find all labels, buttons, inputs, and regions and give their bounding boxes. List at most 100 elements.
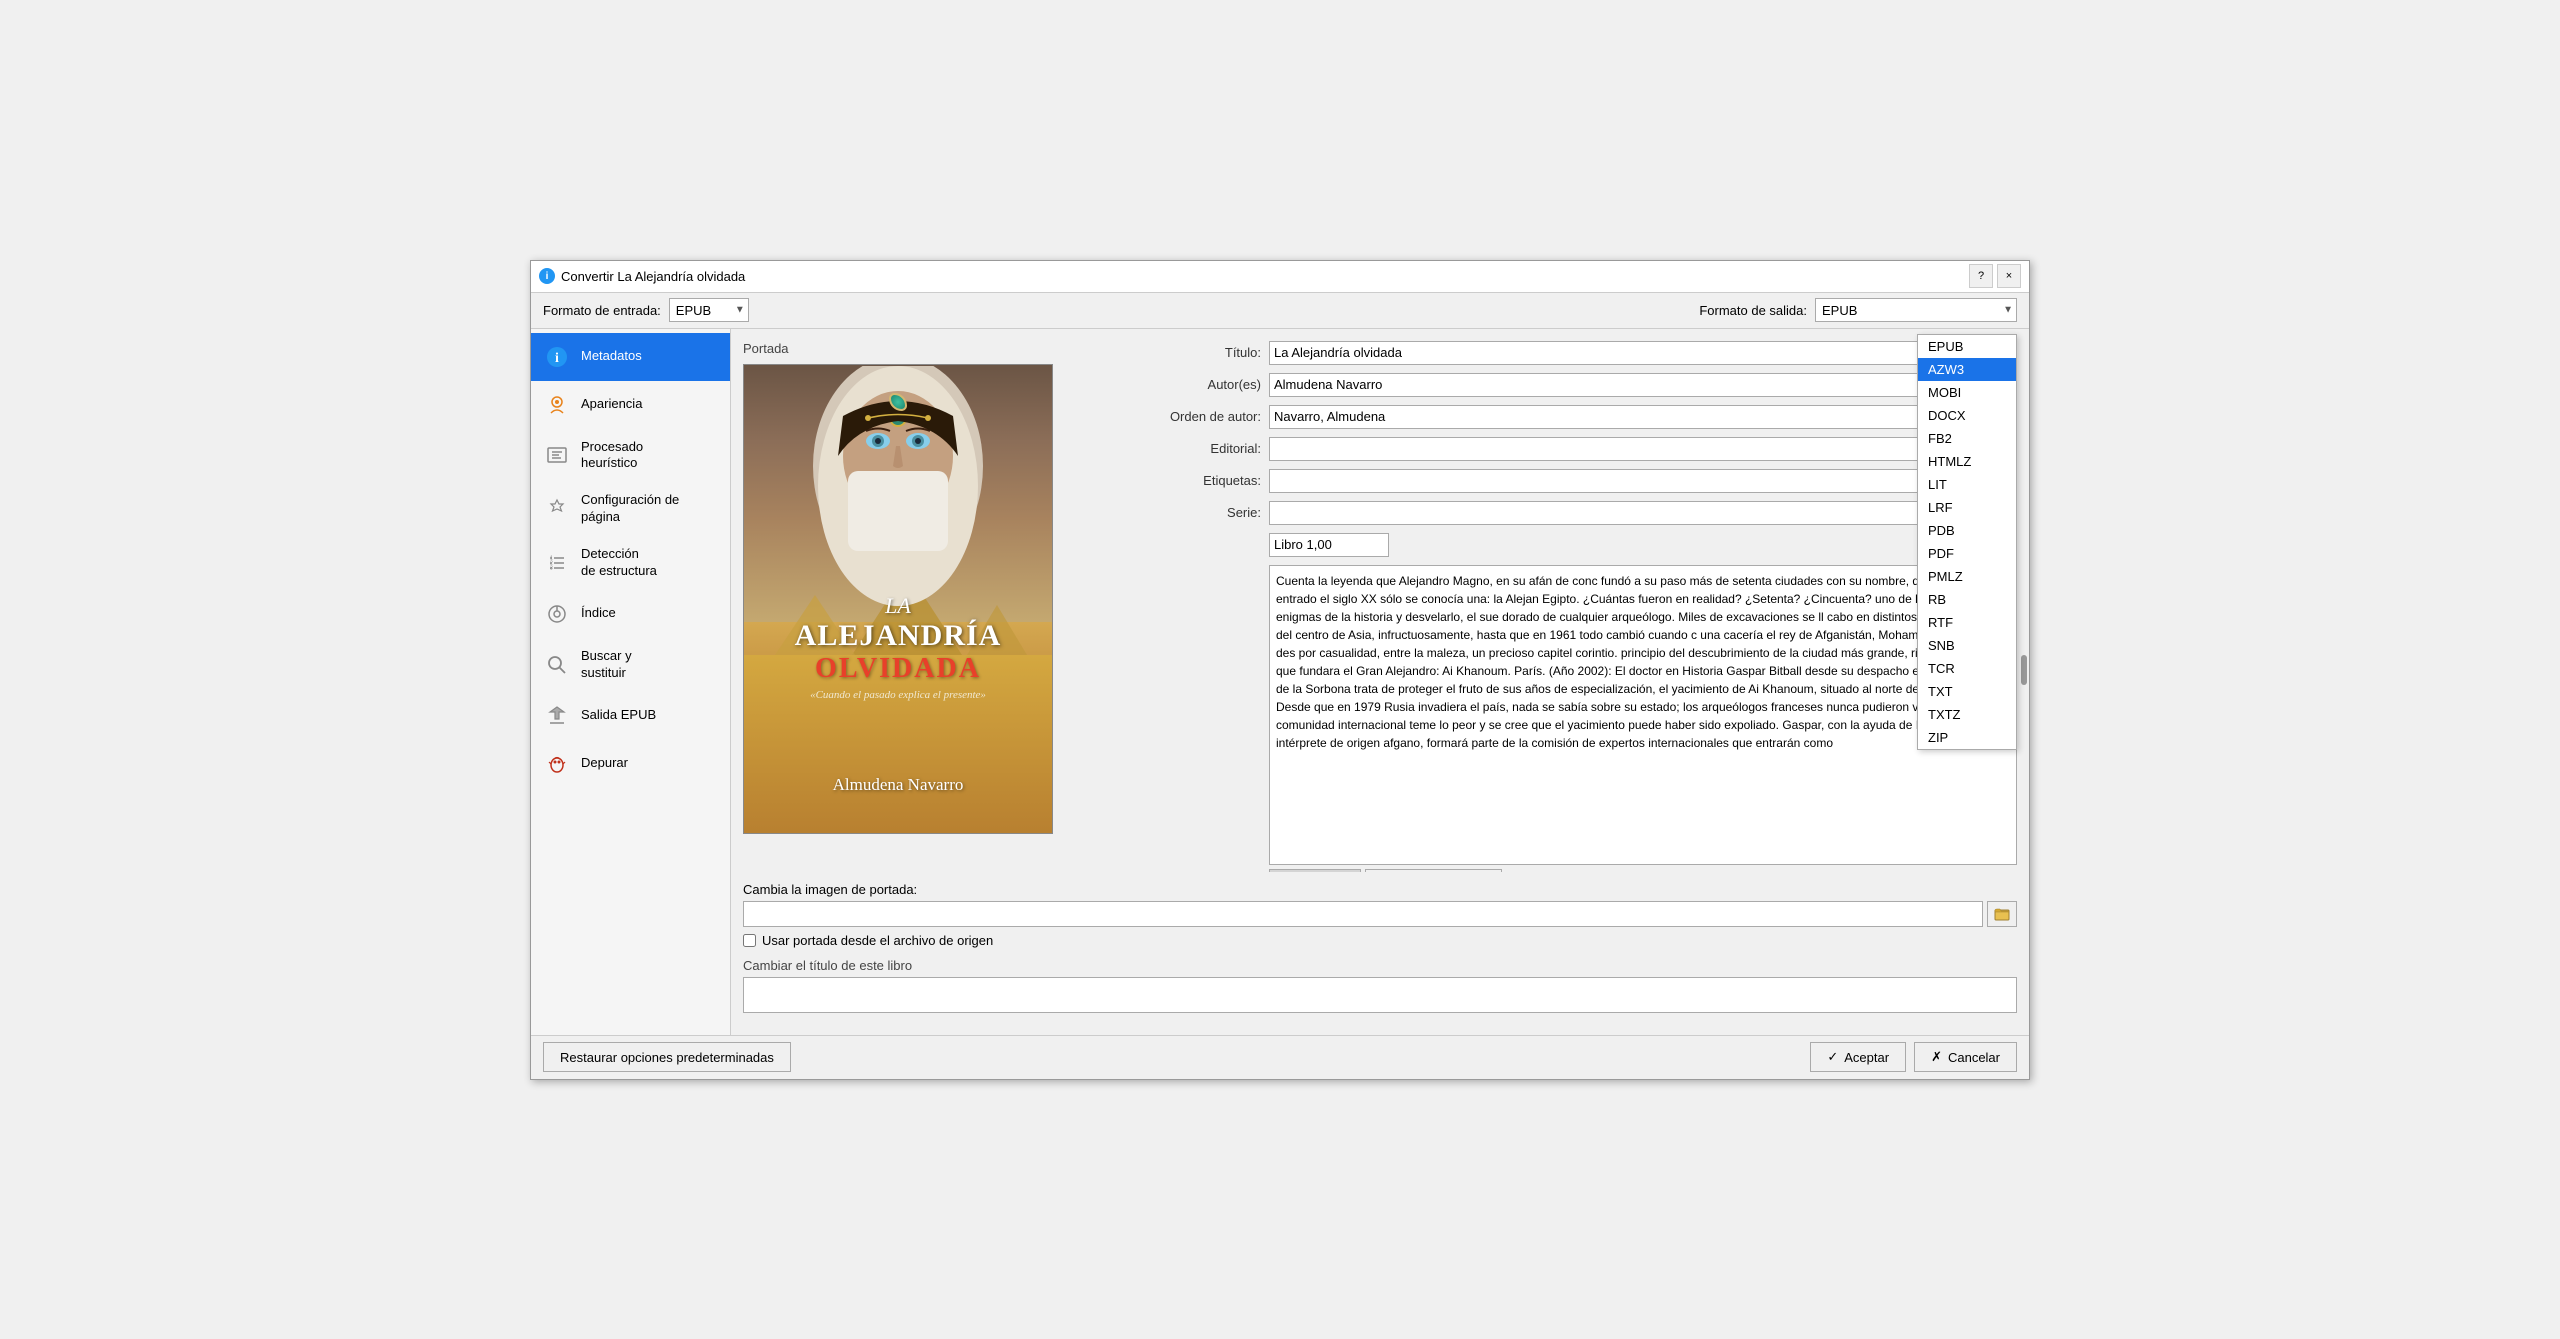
- footer: Restaurar opciones predeterminadas ✓ Ace…: [531, 1035, 2029, 1079]
- output-format-label: Formato de salida:: [1699, 303, 1807, 318]
- svg-text:3: 3: [550, 565, 553, 571]
- dropdown-item-docx[interactable]: DOCX: [1918, 404, 2016, 427]
- main-window: i Convertir La Alejandría olvidada ? × F…: [530, 260, 2030, 1080]
- portada-label: Portada: [743, 341, 1123, 356]
- editorial-field-row: Editorial:: [1139, 437, 2017, 461]
- titlebar: i Convertir La Alejandría olvidada ? ×: [531, 261, 2029, 293]
- dropdown-item-zip[interactable]: ZIP: [1918, 726, 2016, 749]
- accept-label: Aceptar: [1844, 1050, 1889, 1065]
- content-top: Portada: [743, 341, 2017, 872]
- book-author: Almudena Navarro: [744, 775, 1052, 795]
- dropdown-item-pmlz[interactable]: PMLZ: [1918, 565, 2016, 588]
- dropdown-item-lit[interactable]: LIT: [1918, 473, 2016, 496]
- dropdown-item-pdb[interactable]: PDB: [1918, 519, 2016, 542]
- sidebar-item-configuracion[interactable]: Configuración de página: [531, 482, 730, 536]
- author-order-label: Orden de autor:: [1139, 409, 1269, 424]
- dropdown-item-mobi[interactable]: MOBI: [1918, 381, 2016, 404]
- sidebar-item-deteccion[interactable]: 1 2 3 Detecciónde estructura: [531, 536, 730, 590]
- etiquetas-input[interactable]: [1269, 469, 2017, 493]
- sidebar-item-buscar[interactable]: Buscar ysustituir: [531, 638, 730, 692]
- cancel-button[interactable]: ✗ Cancelar: [1914, 1042, 2017, 1072]
- use-cover-checkbox[interactable]: [743, 934, 756, 947]
- description-area[interactable]: Cuenta la leyenda que Alejandro Magno, e…: [1269, 565, 2017, 865]
- indice-icon: [543, 600, 571, 628]
- serie-label: Serie:: [1139, 505, 1269, 520]
- author-input[interactable]: [1269, 373, 2017, 397]
- sidebar-item-metadatos[interactable]: i Metadatos: [531, 333, 730, 381]
- sidebar-item-salida[interactable]: Salida EPUB: [531, 692, 730, 740]
- view-normal-button[interactable]: Vista normal: [1269, 869, 1361, 872]
- titlebar-left: i Convertir La Alejandría olvidada: [539, 268, 745, 284]
- use-cover-checkbox-row: Usar portada desde el archivo de origen: [743, 933, 2017, 948]
- libro-input[interactable]: [1269, 533, 1389, 557]
- book-title-alejandria: ALEJANDRÍA: [754, 619, 1042, 653]
- book-title-la: LA: [754, 593, 1042, 619]
- buscar-icon: [543, 651, 571, 679]
- input-format-wrapper: EPUB ▼: [669, 298, 749, 322]
- output-format-input[interactable]: [1815, 298, 2017, 322]
- author-field-row: Autor(es): [1139, 373, 2017, 397]
- editorial-input[interactable]: [1269, 437, 2017, 461]
- dropdown-item-epub[interactable]: EPUB: [1918, 335, 2016, 358]
- input-format-select[interactable]: EPUB: [669, 298, 749, 322]
- author-order-field-row: Orden de autor:: [1139, 405, 2017, 429]
- title-text-input[interactable]: [743, 977, 2017, 1013]
- libro-row: [1139, 533, 2017, 557]
- help-button[interactable]: ?: [1969, 264, 1993, 288]
- checkmark-icon: ✓: [1827, 1049, 1838, 1065]
- app-icon: i: [539, 268, 555, 284]
- author-order-input[interactable]: [1269, 405, 2017, 429]
- bottom-area: Cambia la imagen de portada: Usar portad…: [743, 882, 2017, 1023]
- serie-input[interactable]: [1269, 501, 2017, 525]
- dropdown-item-lrf[interactable]: LRF: [1918, 496, 2016, 519]
- output-format-wrapper[interactable]: ▼: [1815, 298, 2017, 322]
- view-source-button[interactable]: Código fuente HTML: [1365, 869, 1502, 872]
- sidebar-item-apariencia[interactable]: Apariencia: [531, 381, 730, 429]
- sidebar-item-indice-label: Índice: [581, 605, 718, 622]
- editorial-label: Editorial:: [1139, 441, 1269, 456]
- sidebar-item-deteccion-label: Detecciónde estructura: [581, 546, 718, 580]
- dropdown-item-txt[interactable]: TXT: [1918, 680, 2016, 703]
- book-subtitle: «Cuando el pasado explica el presente»: [754, 689, 1042, 701]
- dropdown-item-rb[interactable]: RB: [1918, 588, 2016, 611]
- dropdown-item-tcr[interactable]: TCR: [1918, 657, 2016, 680]
- salida-icon: [543, 702, 571, 730]
- svg-text:i: i: [555, 351, 559, 366]
- sidebar-item-depurar[interactable]: Depurar: [531, 740, 730, 788]
- footer-left: Restaurar opciones predeterminadas: [543, 1042, 791, 1072]
- accept-button[interactable]: ✓ Aceptar: [1810, 1042, 1906, 1072]
- dropdown-item-rtf[interactable]: RTF: [1918, 611, 2016, 634]
- title-input[interactable]: [1269, 341, 2017, 365]
- close-button[interactable]: ×: [1997, 264, 2021, 288]
- cover-browse-button[interactable]: [1987, 901, 2017, 927]
- main-content: i Metadatos Apariencia: [531, 329, 2029, 1035]
- dropdown-item-htmlz[interactable]: HTMLZ: [1918, 450, 2016, 473]
- cover-path-input[interactable]: [743, 901, 1983, 927]
- dropdown-item-snb[interactable]: SNB: [1918, 634, 2016, 657]
- restore-defaults-button[interactable]: Restaurar opciones predeterminadas: [543, 1042, 791, 1072]
- author-label: Autor(es): [1139, 377, 1269, 392]
- dropdown-item-azw3[interactable]: AZW3: [1918, 358, 2016, 381]
- dropdown-item-fb2[interactable]: FB2: [1918, 427, 2016, 450]
- folder-icon: [1994, 906, 2010, 922]
- title-field-row: Título:: [1139, 341, 2017, 365]
- sidebar-item-procesado[interactable]: Procesadoheurístico: [531, 429, 730, 483]
- change-cover-label: Cambia la imagen de portada:: [743, 882, 2017, 897]
- content-area: Portada: [731, 329, 2029, 1035]
- metadata-panel: Título: Autor(es) Orden de autor:: [1139, 341, 2017, 872]
- use-cover-label: Usar portada desde el archivo de origen: [762, 933, 993, 948]
- book-title-olvidada: OLVIDADA: [754, 653, 1042, 685]
- deteccion-icon: 1 2 3: [543, 549, 571, 577]
- apariencia-icon: [543, 391, 571, 419]
- sidebar-item-indice[interactable]: Índice: [531, 590, 730, 638]
- depurar-icon: [543, 750, 571, 778]
- title-label: Título:: [1139, 345, 1269, 360]
- dropdown-item-pdf[interactable]: PDF: [1918, 542, 2016, 565]
- change-title-label: Cambiar el título de este libro: [743, 958, 2017, 973]
- book-cover: LA ALEJANDRÍA OLVIDADA «Cuando el pasado…: [743, 364, 1053, 834]
- input-format-label: Formato de entrada:: [543, 303, 661, 318]
- configuracion-icon: [543, 495, 571, 523]
- sidebar: i Metadatos Apariencia: [531, 329, 731, 1035]
- sidebar-item-procesado-label: Procesadoheurístico: [581, 439, 718, 473]
- dropdown-item-txtz[interactable]: TXTZ: [1918, 703, 2016, 726]
